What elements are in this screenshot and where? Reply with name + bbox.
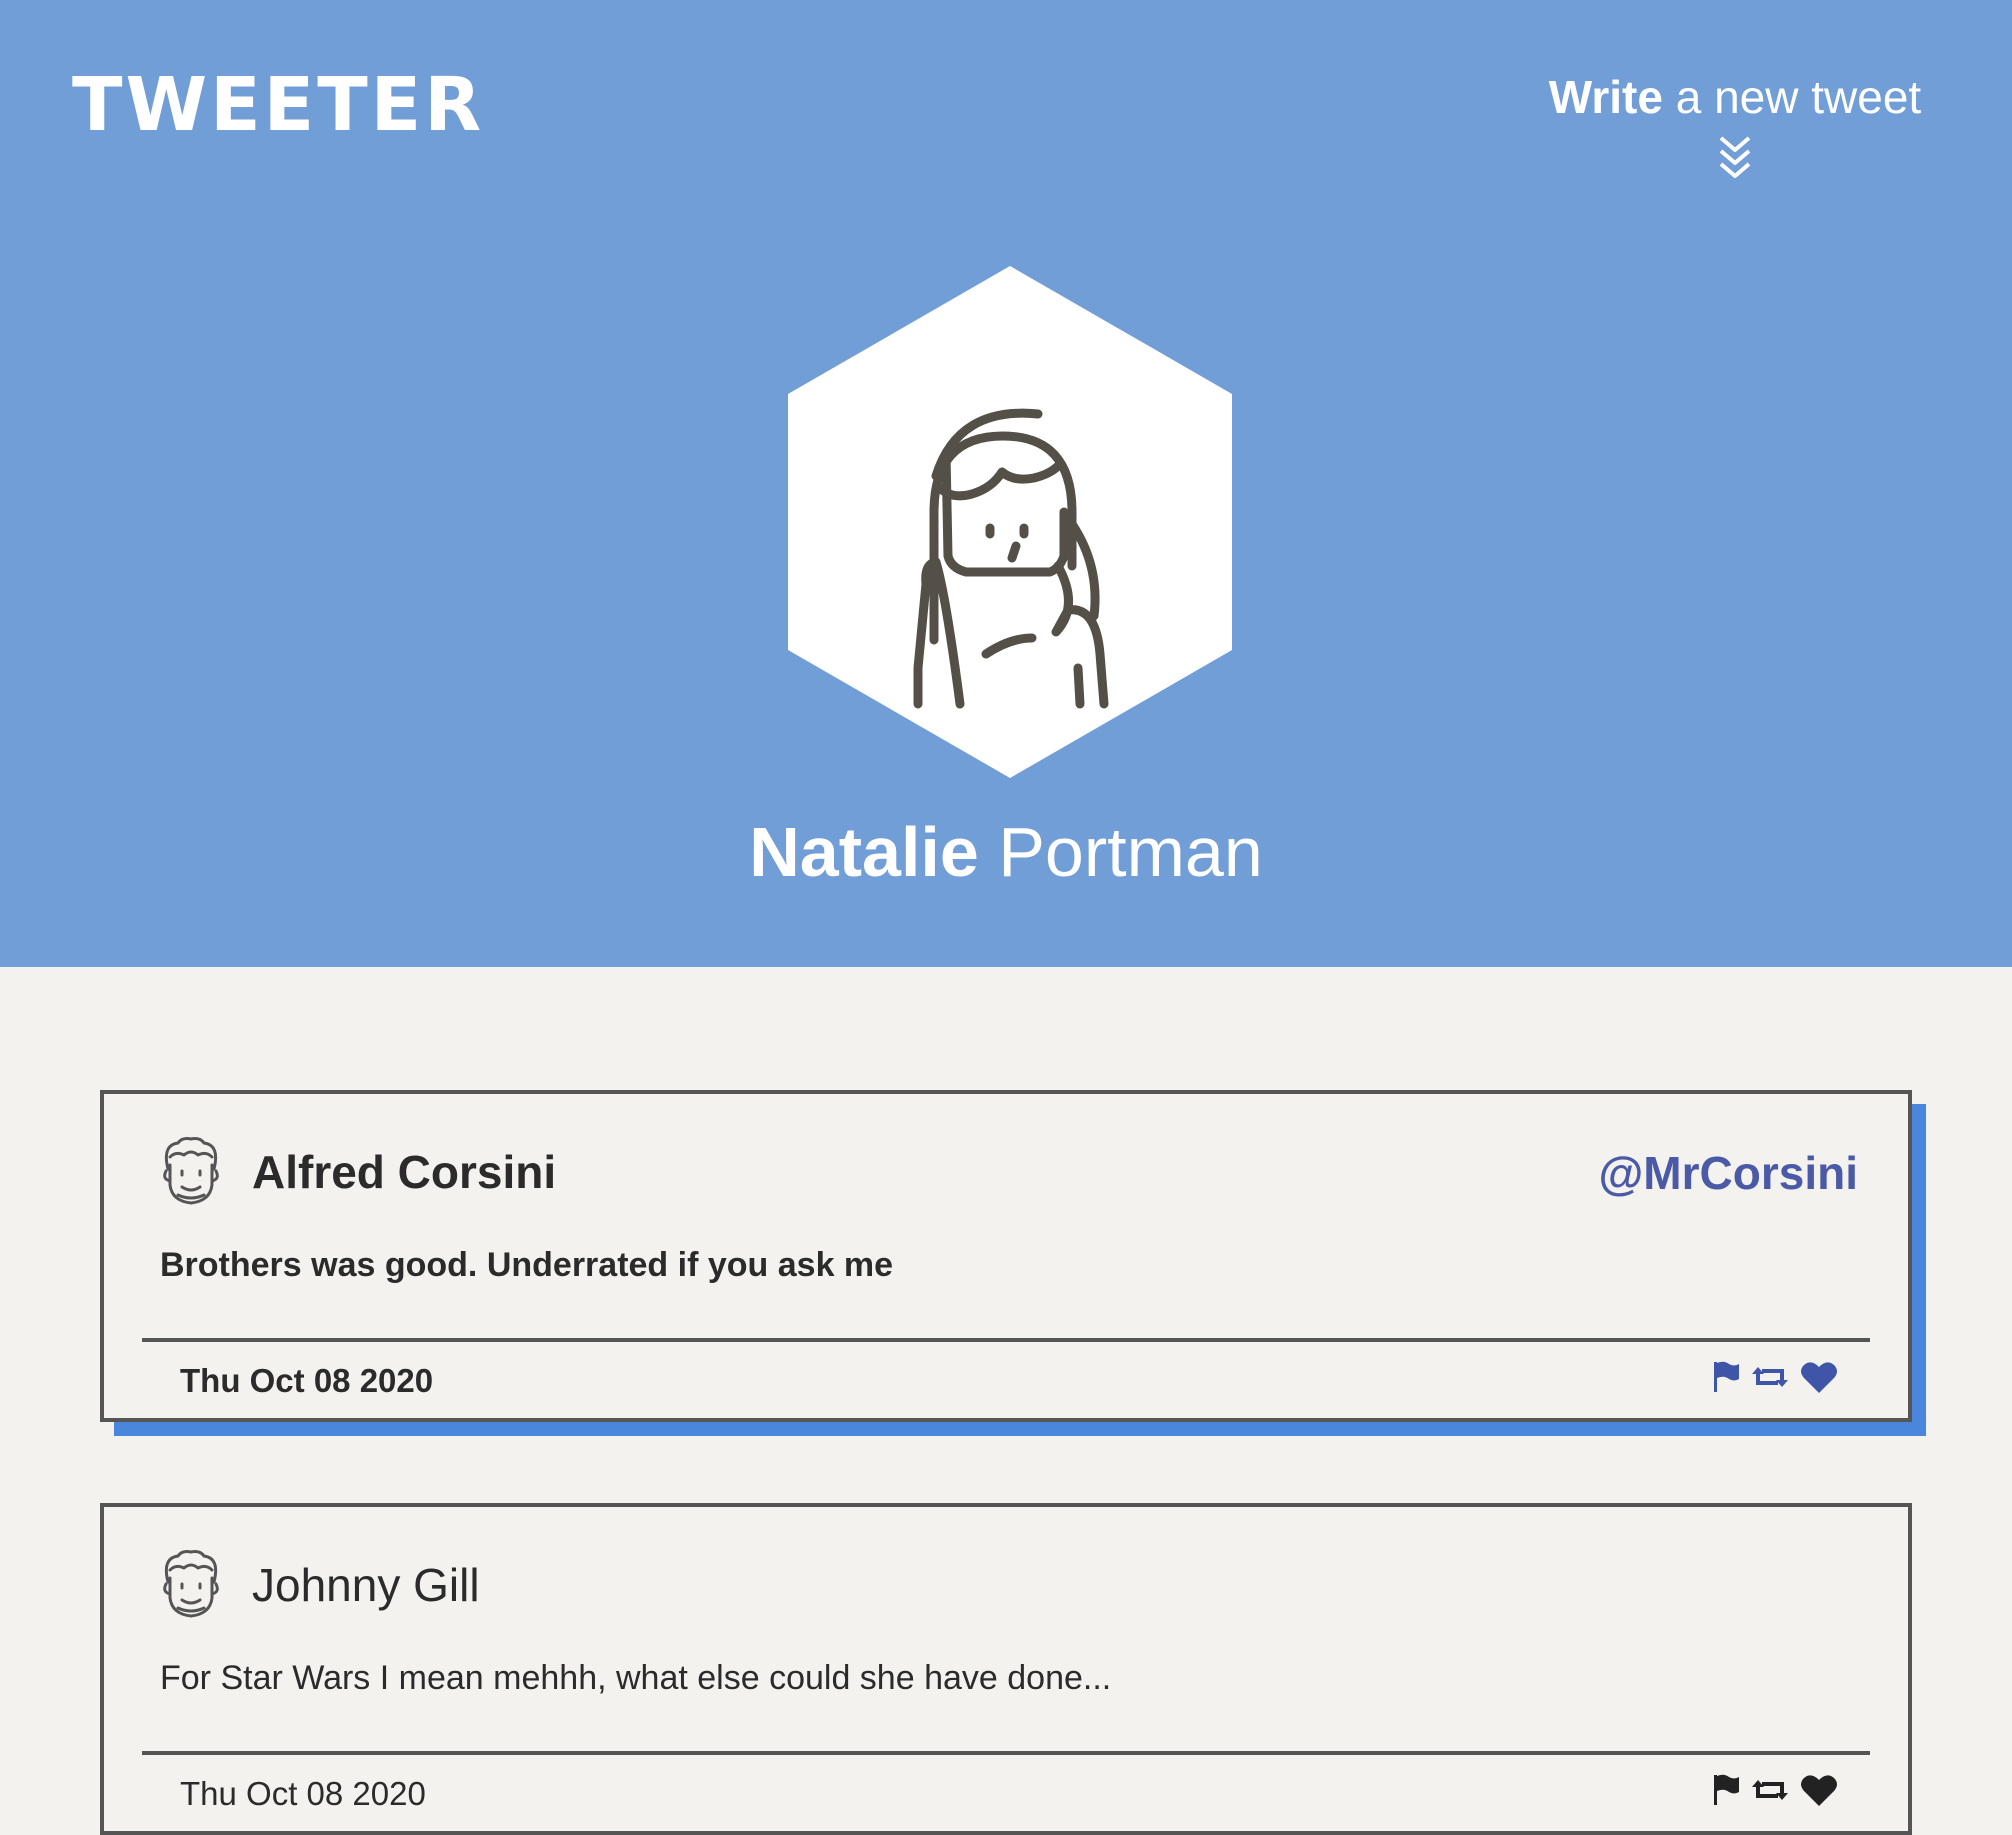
- retweet-icon[interactable]: [1752, 1363, 1788, 1391]
- compose-label-rest: a new tweet: [1662, 71, 1922, 123]
- man-avatar-icon: [163, 1550, 219, 1618]
- tweet-text: For Star Wars I mean mehhh, what else co…: [160, 1659, 1112, 1697]
- profile-last-name: Portman: [978, 813, 1263, 891]
- tweet-date: Thu Oct 08 2020: [180, 1775, 426, 1812]
- tweet-actions: [1712, 1773, 1838, 1807]
- tweet-text: Brothers was good. Underrated if you ask…: [160, 1246, 894, 1284]
- flag-icon[interactable]: [1712, 1773, 1740, 1807]
- tweet-card[interactable]: Alfred Corsini @MrCorsini Brothers was g…: [100, 1090, 1912, 1422]
- tweet-author-name: Alfred Corsini: [252, 1146, 557, 1198]
- profile-header: TWEETER Write a new tweet Natalie Portma…: [0, 0, 2012, 967]
- tweet-divider: [142, 1338, 1870, 1342]
- tweet-author: Johnny Gill: [156, 1545, 480, 1625]
- compose-label-strong: Write: [1548, 71, 1663, 123]
- compose-tweet-toggle[interactable]: Write a new tweet: [1540, 70, 1930, 184]
- man-avatar-icon: [163, 1137, 219, 1205]
- tweet-card[interactable]: Johnny Gill For Star Wars I mean mehhh, …: [100, 1503, 1912, 1835]
- heart-icon[interactable]: [1800, 1360, 1838, 1394]
- compose-tweet-label: Write a new tweet: [1540, 70, 1930, 124]
- retweet-icon[interactable]: [1752, 1776, 1788, 1804]
- tweet-author-name: Johnny Gill: [252, 1559, 480, 1611]
- tweet-author-handle[interactable]: @MrCorsini: [1598, 1146, 1858, 1200]
- tweet-date: Thu Oct 08 2020: [180, 1362, 434, 1399]
- profile-name: Natalie Portman: [0, 812, 2012, 892]
- tweet-author: Alfred Corsini: [156, 1132, 556, 1212]
- flag-icon[interactable]: [1712, 1360, 1740, 1394]
- app-logo[interactable]: TWEETER: [72, 62, 484, 148]
- woman-avatar-icon: [788, 266, 1232, 778]
- chevrons-down-icon: [1719, 136, 1751, 178]
- heart-icon[interactable]: [1800, 1773, 1838, 1807]
- profile-first-name: Natalie: [749, 813, 979, 891]
- tweet-actions: [1712, 1360, 1838, 1394]
- tweet-divider: [142, 1751, 1870, 1755]
